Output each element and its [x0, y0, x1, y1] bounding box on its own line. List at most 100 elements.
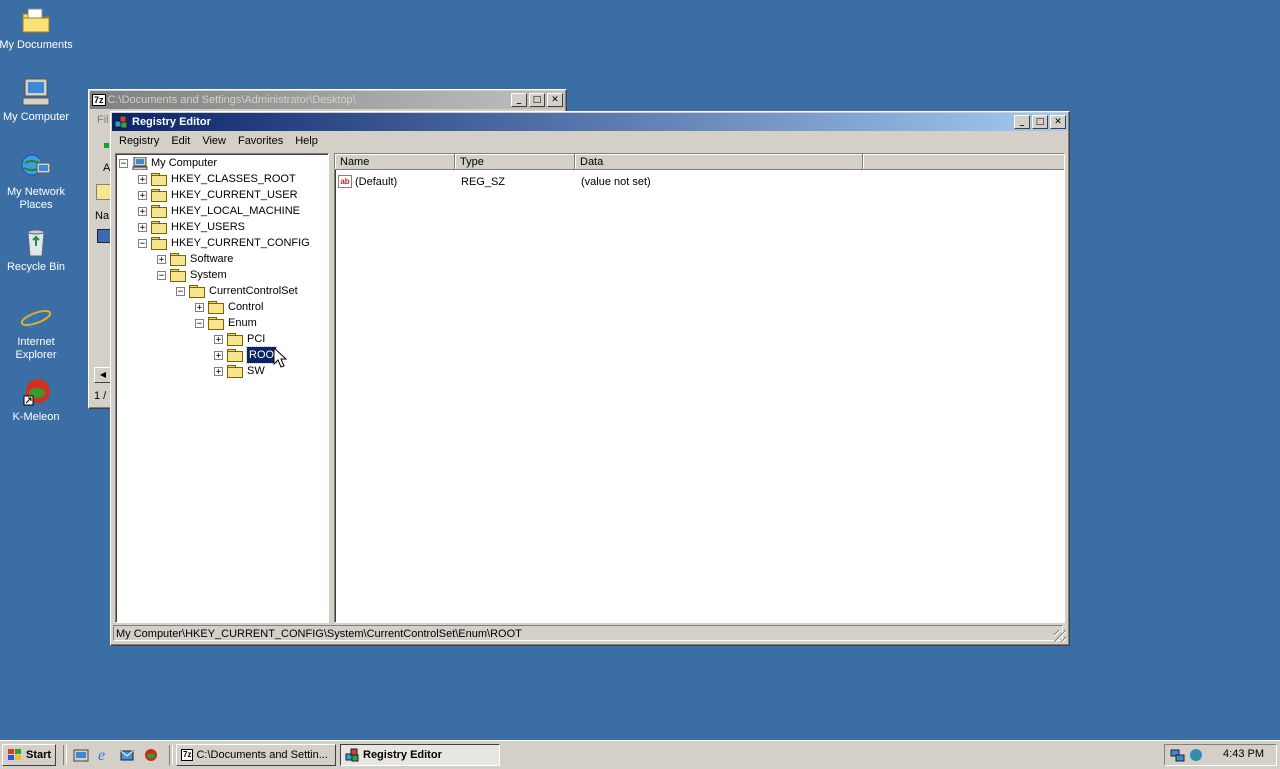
expand-icon[interactable]: + — [195, 302, 204, 312]
desktop-icon-k-meleon[interactable]: K-Meleon — [0, 376, 74, 424]
folder-icon — [227, 365, 243, 378]
sevenzip-title: C:\Documents and Settings\Administrator\… — [107, 94, 356, 106]
expand-icon[interactable]: + — [214, 334, 223, 344]
collapse-icon[interactable]: − — [119, 158, 128, 168]
registry-tree-pane[interactable]: − My Computer + HKEY_CLASSES_ROOT + HKEY… — [115, 153, 329, 623]
expand-icon[interactable]: + — [138, 206, 147, 216]
close-button[interactable]: ✕ — [547, 93, 563, 107]
tree-node-pci[interactable]: + PCI — [214, 331, 265, 347]
outlook-express-icon[interactable] — [119, 747, 135, 763]
expand-icon[interactable]: + — [138, 174, 147, 184]
regedit-window[interactable]: Registry Editor _ □ ✕ Registry Edit View… — [110, 111, 1070, 646]
my-computer-icon — [20, 76, 52, 108]
column-header-name[interactable]: Name — [335, 154, 455, 170]
collapse-icon[interactable]: − — [138, 238, 147, 248]
open-folder-icon — [170, 269, 186, 282]
svg-text:e: e — [98, 747, 105, 762]
recycle-bin-icon — [20, 226, 52, 258]
value-type: REG_SZ — [461, 176, 506, 188]
tree-node-currentcontrolset[interactable]: − CurrentControlSet — [176, 283, 298, 299]
tree-label: HKEY_USERS — [171, 221, 245, 233]
tree-node-hklm[interactable]: + HKEY_LOCAL_MACHINE — [138, 203, 300, 219]
file-icon — [97, 229, 111, 243]
collapse-icon[interactable]: − — [157, 270, 166, 280]
menu-registry[interactable]: Registry — [113, 135, 165, 147]
tree-node-enum[interactable]: − Enum — [195, 315, 257, 331]
tree-label: CurrentControlSet — [209, 285, 298, 297]
regedit-menubar: Registry Edit View Favorites Help — [111, 132, 1069, 150]
desktop-icon-label: My Documents — [0, 39, 73, 51]
value-name: (Default) — [355, 176, 398, 188]
menu-help[interactable]: Help — [289, 135, 324, 147]
desktop-icon-my-computer[interactable]: My Computer — [0, 76, 74, 124]
my-documents-icon — [20, 4, 52, 36]
quicklaunch-divider — [63, 745, 67, 765]
tree-node-hkcr[interactable]: + HKEY_CLASSES_ROOT — [138, 171, 296, 187]
string-value-icon: ab — [338, 175, 352, 188]
internet-explorer-icon[interactable]: e — [96, 746, 112, 764]
tree-label: HKEY_CLASSES_ROOT — [171, 173, 296, 185]
network-tray-icon[interactable] — [1170, 747, 1186, 763]
tree-node-system[interactable]: − System — [157, 267, 227, 283]
tree-label: My Computer — [151, 157, 218, 169]
show-desktop-icon[interactable] — [73, 747, 89, 763]
task-button-sevenzip[interactable]: 7z C:\Documents and Settin... — [176, 744, 336, 766]
regedit-titlebar[interactable]: Registry Editor _ □ ✕ — [112, 113, 1068, 131]
desktop-icon-recycle-bin[interactable]: Recycle Bin — [0, 226, 74, 274]
folder-icon — [151, 221, 167, 234]
folder-icon — [170, 253, 186, 266]
resize-grip-icon[interactable] — [1054, 630, 1066, 642]
sevenzip-menu-file[interactable]: Fil — [97, 114, 109, 126]
column-header-data[interactable]: Data — [575, 154, 863, 170]
minimize-button[interactable]: _ — [1014, 115, 1030, 129]
my-computer-icon — [132, 156, 148, 170]
tree-label: Control — [228, 301, 264, 313]
start-button[interactable]: Start — [2, 744, 56, 766]
desktop-icon-label: My Network Places — [6, 186, 66, 211]
desktop-icon-network-places[interactable]: My Network Places — [0, 151, 74, 212]
close-button[interactable]: ✕ — [1050, 115, 1066, 129]
expand-icon[interactable]: + — [214, 350, 223, 360]
collapse-icon[interactable]: − — [195, 318, 204, 328]
k-meleon-icon[interactable] — [143, 747, 159, 763]
task-label: Registry Editor — [363, 749, 442, 761]
value-row[interactable]: ab (Default) REG_SZ (value not set) — [338, 174, 1038, 190]
menu-favorites[interactable]: Favorites — [232, 135, 289, 147]
value-data: (value not set) — [581, 176, 651, 188]
minimize-button[interactable]: _ — [511, 93, 527, 107]
regedit-title: Registry Editor — [132, 116, 211, 128]
update-tray-icon[interactable] — [1188, 747, 1204, 763]
tree-node-hkcu[interactable]: + HKEY_CURRENT_USER — [138, 187, 298, 203]
tree-node-software[interactable]: + Software — [157, 251, 233, 267]
maximize-button[interactable]: □ — [1032, 115, 1048, 129]
sevenzip-titlebar[interactable]: 7z C:\Documents and Settings\Administrat… — [90, 91, 565, 109]
k-meleon-icon — [20, 376, 52, 408]
expand-icon[interactable]: + — [214, 366, 223, 376]
task-button-regedit[interactable]: Registry Editor — [340, 744, 500, 766]
desktop-icon-internet-explorer[interactable]: e Internet Explorer — [0, 301, 74, 362]
windows-logo-icon — [7, 748, 23, 762]
tree-node-hkcc[interactable]: − HKEY_CURRENT_CONFIG — [138, 235, 310, 251]
maximize-button[interactable]: □ — [529, 93, 545, 107]
7zip-icon: 7z — [181, 749, 194, 761]
registry-editor-icon — [345, 748, 359, 762]
column-header-type[interactable]: Type — [455, 154, 575, 170]
desktop-icon-my-documents[interactable]: My Documents — [0, 4, 74, 52]
expand-icon[interactable]: + — [138, 222, 147, 232]
tree-node-my-computer[interactable]: − My Computer — [119, 155, 217, 171]
tree-label: PCI — [247, 333, 266, 345]
clock: 4:43 PM — [1223, 748, 1264, 760]
pane-splitter[interactable] — [329, 153, 333, 623]
taskbar: Start e 7z C:\Documents and Settin... Re… — [0, 740, 1280, 769]
tree-node-root[interactable]: + ROO — [214, 346, 278, 364]
collapse-icon[interactable]: − — [176, 286, 185, 296]
tree-node-control[interactable]: + Control — [195, 299, 263, 315]
expand-icon[interactable]: + — [157, 254, 166, 264]
menu-view[interactable]: View — [196, 135, 232, 147]
registry-values-pane[interactable]: Name Type Data ab (Default) REG_SZ (valu… — [334, 153, 1065, 623]
tree-node-sw[interactable]: + SW — [214, 363, 265, 379]
menu-edit[interactable]: Edit — [165, 135, 196, 147]
tree-node-hku[interactable]: + HKEY_USERS — [138, 219, 245, 235]
expand-icon[interactable]: + — [138, 190, 147, 200]
folder-icon — [227, 333, 243, 346]
